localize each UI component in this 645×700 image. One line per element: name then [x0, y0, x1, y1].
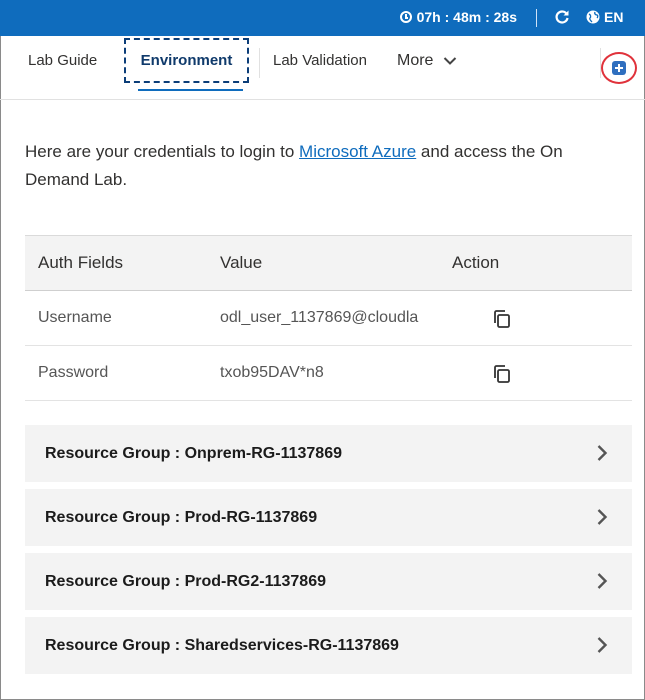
resource-group-label: Resource Group : Prod-RG2-1137869 [45, 572, 326, 590]
tab-lab-validation[interactable]: Lab Validation [273, 52, 367, 69]
resource-group-label: Resource Group : Onprem-RG-1137869 [45, 444, 342, 462]
top-bar: 07h : 48m : 28s EN [0, 0, 645, 36]
lab-timer: 07h : 48m : 28s [399, 9, 517, 25]
chevron-right-icon [597, 445, 608, 461]
copy-icon[interactable] [492, 309, 512, 329]
password-value: txob95DAV*n8 [220, 364, 324, 381]
resource-group-label: Resource Group : Sharedservices-RG-11378… [45, 636, 399, 654]
expand-panel-button[interactable] [601, 52, 637, 84]
table-row: Password txob95DAV*n8 [25, 346, 632, 401]
resource-group-label: Resource Group : Prod-RG-1137869 [45, 508, 318, 526]
tab-environment[interactable]: Environment [124, 38, 249, 83]
tab-more[interactable]: More [397, 52, 457, 70]
tab-more-label: More [397, 52, 434, 69]
globe-icon [586, 10, 600, 24]
resource-group-prod[interactable]: Resource Group : Prod-RG-1137869 [25, 489, 632, 546]
timer-text: 07h : 48m : 28s [416, 9, 517, 25]
topbar-divider [536, 9, 537, 27]
copy-icon[interactable] [492, 364, 512, 384]
tab-divider [259, 48, 260, 78]
table-header: Auth Fields Value Action [25, 235, 632, 291]
refresh-icon[interactable] [554, 9, 570, 25]
expand-icon [612, 61, 626, 75]
tab-lab-guide[interactable]: Lab Guide [28, 52, 97, 69]
chevron-right-icon [597, 637, 608, 653]
table-row: Username odl_user_1137869@cloudla [25, 291, 632, 346]
microsoft-azure-link[interactable]: Microsoft Azure [299, 142, 416, 161]
language-selector[interactable]: EN [586, 9, 623, 25]
chevron-right-icon [597, 573, 608, 589]
username-value: odl_user_1137869@cloudla [220, 309, 419, 326]
chevron-down-icon [444, 57, 457, 65]
credentials-table: Auth Fields Value Action Username odl_us… [25, 235, 632, 401]
header-action: Action [452, 253, 500, 272]
clock-icon [399, 11, 412, 23]
credentials-intro: Here are your credentials to login to Mi… [25, 138, 625, 194]
tab-bar: Lab Guide Environment Lab Validation Mor… [0, 36, 645, 100]
intro-text-before: Here are your credentials to login to [25, 142, 300, 161]
active-tab-indicator [138, 89, 243, 91]
resource-group-sharedservices[interactable]: Resource Group : Sharedservices-RG-11378… [25, 617, 632, 674]
language-label: EN [604, 9, 624, 25]
password-field-label: Password [38, 364, 109, 381]
header-value: Value [220, 253, 263, 272]
chevron-right-icon [597, 509, 608, 525]
tab-environment-label: Environment [140, 52, 233, 69]
username-field-label: Username [38, 309, 112, 326]
resource-group-prod2[interactable]: Resource Group : Prod-RG2-1137869 [25, 553, 632, 610]
header-auth-fields: Auth Fields [38, 253, 124, 272]
resource-group-onprem[interactable]: Resource Group : Onprem-RG-1137869 [25, 425, 632, 482]
